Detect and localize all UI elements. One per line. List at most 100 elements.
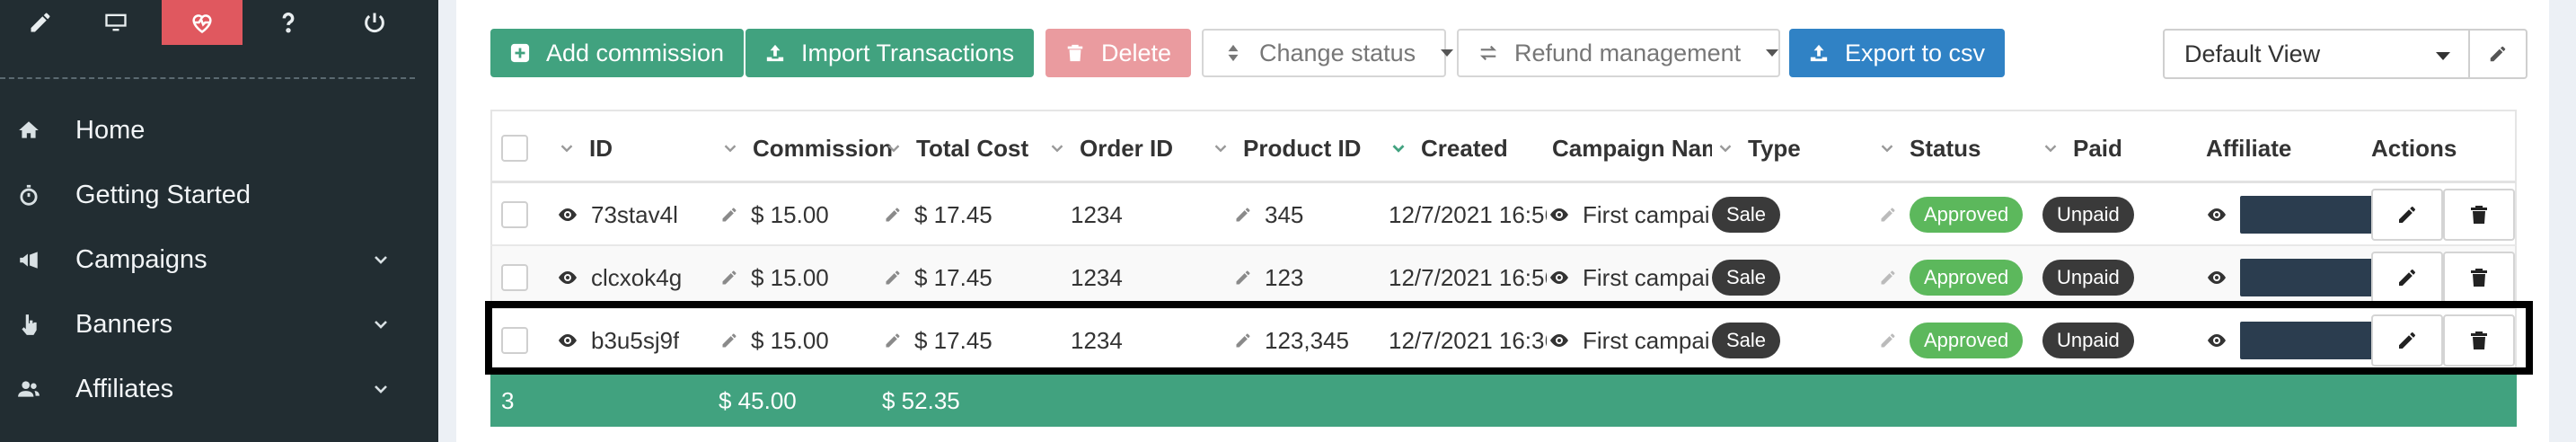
select-all-checkbox[interactable] [501, 111, 528, 185]
trash-icon [2471, 269, 2487, 287]
sidebar-item-campaigns[interactable]: Campaigns [0, 232, 438, 287]
chevron-down-icon [375, 385, 387, 393]
caret-down-icon [1766, 49, 1779, 57]
edit-view-button[interactable] [2468, 29, 2527, 79]
import-transactions-label: Import Transactions [801, 39, 1015, 66]
view-select[interactable]: Default View [2163, 29, 2470, 79]
row-checkbox[interactable] [501, 183, 528, 246]
table-row[interactable]: 73stav4l $ 15.00 $ 17.45 1234 345 12/7/2… [490, 183, 2517, 246]
pencil-icon[interactable] [1879, 332, 1897, 349]
row-checkbox[interactable] [501, 246, 528, 309]
eye-icon[interactable] [2206, 330, 2228, 351]
export-csv-label: Export to csv [1845, 39, 1986, 66]
table-row[interactable]: b3u5sj9f $ 15.00 $ 17.45 1234 123,345 12… [490, 309, 2517, 372]
heartbeat-icon[interactable] [162, 0, 243, 45]
sidebar-item-label: Home [75, 115, 146, 145]
eye-icon[interactable] [557, 267, 578, 288]
column-header-total-cost[interactable]: Total Cost [884, 111, 1028, 185]
cell-affiliate[interactable] [2206, 183, 2373, 246]
eye-icon[interactable] [2206, 267, 2228, 288]
cell-total-cost[interactable]: $ 17.45 [884, 246, 992, 309]
sidebar-item-affiliates[interactable]: Affiliates [0, 361, 438, 417]
add-commission-button[interactable]: Add commission [490, 29, 745, 77]
pencil-icon[interactable] [884, 332, 902, 349]
eye-icon[interactable] [2206, 204, 2228, 225]
export-csv-button[interactable]: Export to csv [1789, 29, 2006, 77]
upload-icon [1810, 44, 1828, 62]
delete-row-button[interactable] [2443, 189, 2515, 241]
sidebar-item-label: Campaigns [75, 244, 207, 274]
table-header: ID Commission Total Cost Order ID Produc… [490, 110, 2517, 183]
cell-type: Sale [1712, 183, 1781, 246]
pencil-icon[interactable] [720, 269, 738, 287]
pencil-icon[interactable] [1879, 269, 1897, 287]
cell-product-id[interactable]: 123,345 [1234, 309, 1349, 372]
column-header-commission[interactable]: Commission [720, 111, 893, 185]
cell-id[interactable]: 73stav4l [557, 183, 678, 246]
table-row[interactable]: clcxok4g $ 15.00 $ 17.45 1234 123 12/7/2… [490, 246, 2517, 309]
edit-button[interactable] [2371, 189, 2443, 241]
column-header-id[interactable]: ID [557, 111, 613, 185]
pencil-icon[interactable] [1879, 206, 1897, 224]
sidebar-item-home[interactable]: Home [0, 102, 438, 158]
cell-affiliate[interactable] [2206, 309, 2373, 372]
home-icon [16, 118, 41, 143]
pencil-icon [2399, 332, 2415, 349]
cell-total-cost[interactable]: $ 17.45 [884, 183, 992, 246]
hand-pointer-icon [16, 312, 41, 337]
eye-icon[interactable] [557, 204, 578, 225]
pencil-icon[interactable] [720, 206, 738, 224]
type-badge: Sale [1712, 323, 1781, 358]
column-header-paid[interactable]: Paid [2041, 111, 2122, 185]
question-icon[interactable] [248, 0, 329, 45]
eye-icon[interactable] [1548, 330, 1570, 351]
delete-row-button[interactable] [2443, 252, 2515, 304]
sidebar-item-banners[interactable]: Banners [0, 296, 438, 352]
delete-row-button[interactable] [2443, 314, 2515, 367]
column-header-order-id[interactable]: Order ID [1047, 111, 1173, 185]
delete-button[interactable]: Delete [1045, 29, 1192, 77]
edit-button[interactable] [2371, 252, 2443, 304]
cell-product-id[interactable]: 345 [1234, 183, 1303, 246]
pencil-icon[interactable] [884, 206, 902, 224]
column-header-created[interactable]: Created [1389, 111, 1508, 185]
cell-campaign[interactable]: First campaign [1548, 246, 1710, 309]
row-checkbox[interactable] [501, 309, 528, 372]
power-icon[interactable] [334, 0, 415, 45]
cell-campaign[interactable]: First campaign [1548, 183, 1710, 246]
eye-icon[interactable] [1548, 267, 1570, 288]
cell-status[interactable]: Approved [1879, 309, 2024, 372]
cell-id[interactable]: clcxok4g [557, 246, 682, 309]
pencil-icon[interactable] [884, 269, 902, 287]
eye-icon[interactable] [1548, 204, 1570, 225]
pencil-icon[interactable] [1234, 332, 1252, 349]
cell-total-cost[interactable]: $ 17.45 [884, 309, 992, 372]
change-status-dropdown[interactable]: Change status [1202, 29, 1454, 77]
sidebar-item-getting-started[interactable]: Getting Started [0, 167, 438, 223]
commissions-panel: Add commission Import Transactions Delet… [456, 0, 2549, 442]
cell-id[interactable]: b3u5sj9f [557, 309, 679, 372]
cell-status[interactable]: Approved [1879, 246, 2024, 309]
column-header-type[interactable]: Type [1716, 111, 1801, 185]
cell-campaign[interactable]: First campaign [1548, 309, 1710, 372]
edit-button[interactable] [2371, 314, 2443, 367]
column-header-status[interactable]: Status [1877, 111, 1981, 185]
column-header-product-id[interactable]: Product ID [1211, 111, 1361, 185]
pencil-icon[interactable] [1234, 269, 1252, 287]
pencil-icon[interactable] [720, 332, 738, 349]
cell-affiliate[interactable] [2206, 246, 2373, 309]
column-header-campaign-name[interactable]: Campaign Nam [1552, 111, 1712, 185]
eye-icon[interactable] [557, 330, 578, 351]
cell-commission[interactable]: $ 15.00 [720, 246, 829, 309]
column-header-affiliate[interactable]: Affiliate [2206, 111, 2291, 185]
monitor-icon[interactable] [75, 0, 156, 45]
pencil-icon[interactable] [1234, 206, 1252, 224]
import-transactions-button[interactable]: Import Transactions [745, 29, 1035, 77]
cell-commission[interactable]: $ 15.00 [720, 309, 829, 372]
sidebar-item-label: Affiliates [75, 374, 174, 403]
cell-commission[interactable]: $ 15.00 [720, 183, 829, 246]
cell-product-id[interactable]: 123 [1234, 246, 1303, 309]
pencil-icon[interactable] [0, 0, 81, 45]
cell-status[interactable]: Approved [1879, 183, 2024, 246]
refund-management-dropdown[interactable]: Refund management [1457, 29, 1780, 77]
